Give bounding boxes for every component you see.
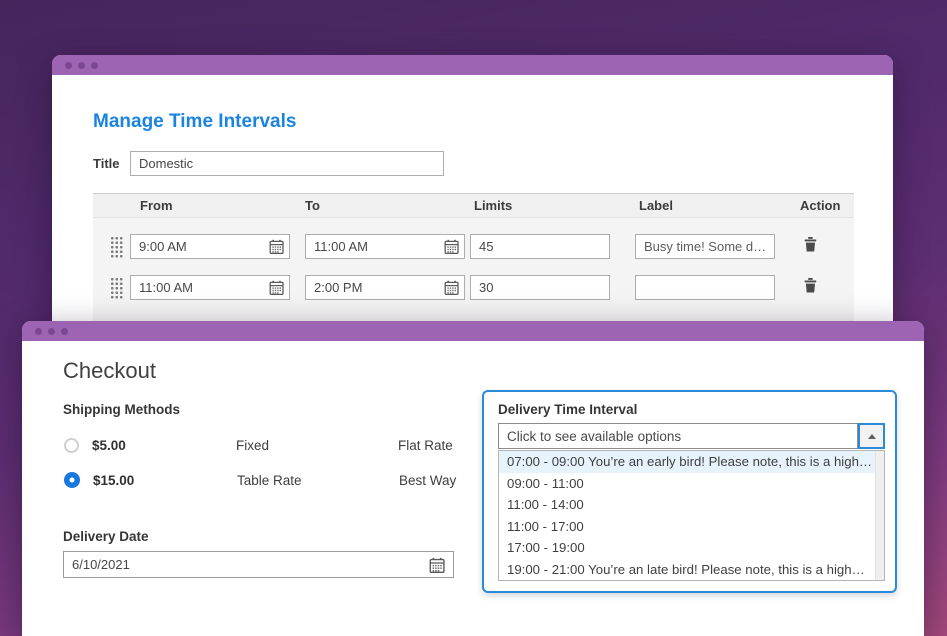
delivery-date-label: Delivery Date — [63, 529, 149, 544]
method-carrier: Best Way — [399, 473, 456, 488]
interval-option[interactable]: 11:00 - 14:00 — [499, 494, 884, 516]
dropdown-toggle-button[interactable] — [858, 423, 885, 449]
calendar-icon[interactable] — [268, 239, 284, 255]
shipping-method-row[interactable]: $5.00 Fixed Flat Rate — [64, 438, 453, 453]
column-header-limits: Limits — [470, 198, 635, 213]
calendar-icon[interactable] — [429, 557, 445, 573]
column-header-to: To — [305, 198, 470, 213]
interval-option[interactable]: 07:00 - 09:00 You’re an early bird! Plea… — [499, 451, 884, 473]
method-price: $15.00 — [93, 473, 237, 488]
page-title: Manage Time Intervals — [93, 111, 296, 133]
from-time-input[interactable] — [130, 234, 290, 259]
checkout-window: Checkout Shipping Methods $5.00 Fixed Fl… — [22, 321, 924, 636]
calendar-icon[interactable] — [443, 280, 459, 296]
from-time-input[interactable] — [130, 275, 290, 300]
title-field-label: Title — [93, 156, 130, 171]
interval-option[interactable]: 19:00 - 21:00 You’re an late bird! Pleas… — [499, 559, 884, 581]
limits-input[interactable] — [470, 234, 610, 259]
window-titlebar[interactable] — [52, 55, 893, 75]
manage-intervals-window: Manage Time Intervals Title From To Limi… — [52, 55, 893, 325]
window-titlebar[interactable] — [22, 321, 924, 341]
label-input[interactable] — [635, 275, 775, 300]
intervals-table: From To Limits Label Action — [93, 193, 854, 325]
column-header-from: From — [130, 198, 305, 213]
trash-icon — [804, 237, 817, 252]
delete-row-button[interactable] — [804, 278, 817, 296]
column-header-action: Action — [800, 198, 854, 213]
interval-row — [93, 226, 854, 267]
delivery-time-interval-panel: Delivery Time Interval 07:00 - 09:00 You… — [482, 390, 897, 593]
interval-option[interactable]: 11:00 - 17:00 — [499, 516, 884, 538]
shipping-method-row[interactable]: $15.00 Table Rate Best Way — [64, 472, 456, 488]
method-name: Fixed — [236, 438, 398, 453]
scrollbar[interactable] — [875, 451, 884, 580]
desktop-background: Manage Time Intervals Title From To Limi… — [0, 0, 947, 636]
window-control-dot-icon[interactable] — [48, 328, 55, 335]
method-price: $5.00 — [92, 438, 236, 453]
trash-icon — [804, 278, 817, 293]
limits-input[interactable] — [470, 275, 610, 300]
calendar-icon[interactable] — [443, 239, 459, 255]
to-time-input[interactable] — [305, 275, 465, 300]
label-input[interactable] — [635, 234, 775, 259]
chevron-up-icon — [868, 434, 876, 439]
window-control-dot-icon[interactable] — [65, 62, 72, 69]
calendar-icon[interactable] — [268, 280, 284, 296]
window-control-dot-icon[interactable] — [91, 62, 98, 69]
shipping-methods-title: Shipping Methods — [63, 402, 180, 417]
title-input[interactable] — [130, 151, 444, 176]
table-header-row: From To Limits Label Action — [93, 193, 854, 218]
radio-unselected-icon[interactable] — [64, 438, 79, 453]
delete-row-button[interactable] — [804, 237, 817, 255]
interval-row — [93, 267, 854, 308]
window-control-dot-icon[interactable] — [35, 328, 42, 335]
window-control-dot-icon[interactable] — [78, 62, 85, 69]
drag-handle-icon[interactable] — [110, 236, 123, 258]
window-control-dot-icon[interactable] — [61, 328, 68, 335]
delivery-time-interval-label: Delivery Time Interval — [498, 402, 637, 417]
method-name: Table Rate — [237, 473, 399, 488]
interval-option[interactable]: 09:00 - 11:00 — [499, 473, 884, 495]
interval-options-list: 07:00 - 09:00 You’re an early bird! Plea… — [498, 450, 885, 581]
delivery-date-input[interactable] — [63, 551, 454, 578]
column-header-label: Label — [635, 198, 800, 213]
interval-option[interactable]: 17:00 - 19:00 — [499, 537, 884, 559]
drag-handle-icon[interactable] — [110, 277, 123, 299]
interval-select-input[interactable] — [498, 423, 858, 449]
method-carrier: Flat Rate — [398, 438, 453, 453]
checkout-heading: Checkout — [63, 358, 156, 384]
radio-selected-icon[interactable] — [64, 472, 80, 488]
to-time-input[interactable] — [305, 234, 465, 259]
